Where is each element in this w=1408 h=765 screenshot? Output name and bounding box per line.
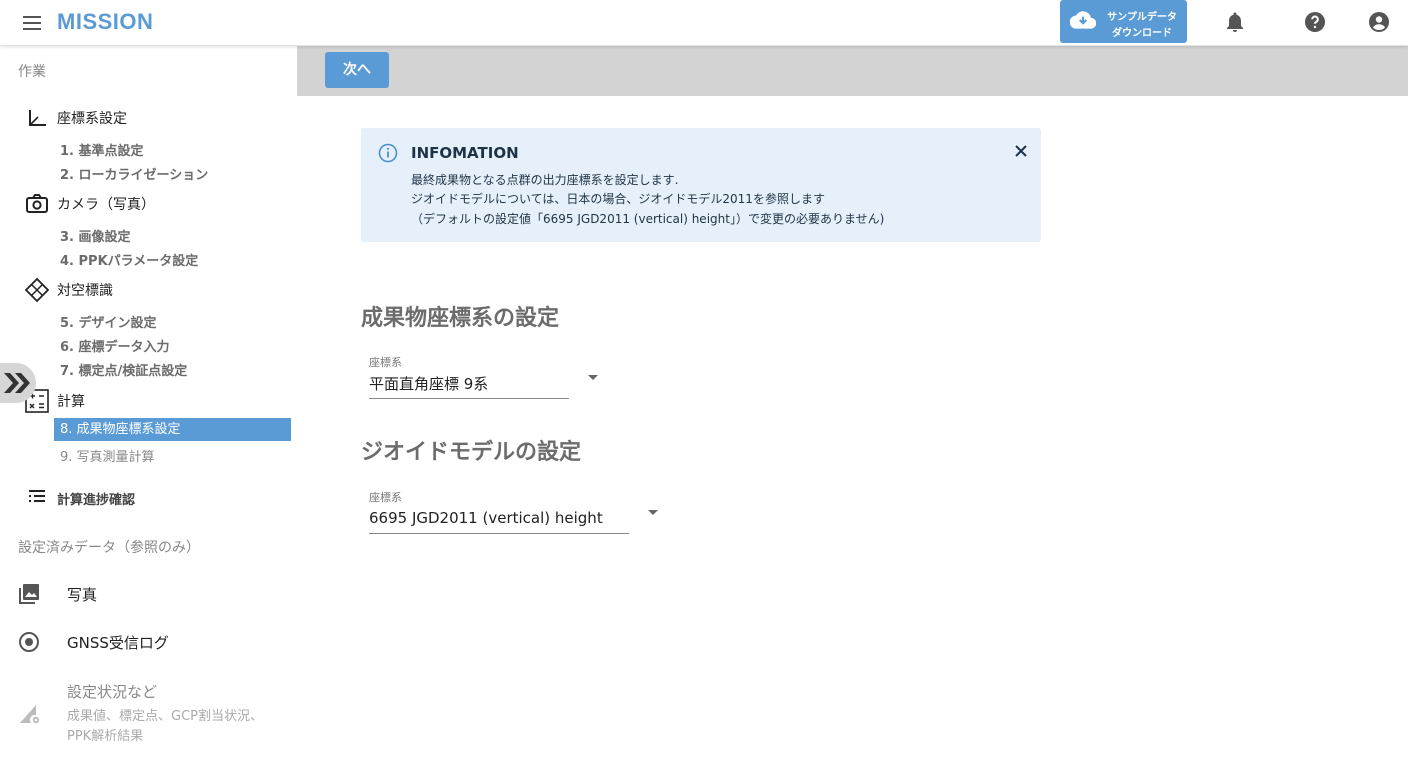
category-coordinate-system: 座標系設定 <box>24 106 127 130</box>
info-icon <box>378 143 398 163</box>
ref-item-label: 写真 <box>67 585 98 604</box>
ref-item-label: GNSS受信ログ <box>67 633 169 652</box>
chevron-down-icon[interactable] <box>588 375 598 380</box>
download-label-line1: サンプルデータ <box>1107 12 1177 23</box>
category-label: 対空標識 <box>57 283 113 299</box>
chevron-down-icon[interactable] <box>648 510 658 515</box>
category-label: カメラ（写真） <box>57 197 155 213</box>
sidebar: 作業 座標系設定 1. 基準点設定 2. ローカライゼーション カメラ（写真） … <box>0 46 297 765</box>
sidebar-step-6[interactable]: 6. 座標データ入力 <box>60 336 170 355</box>
sidebar-step-4[interactable]: 4. PPKパラメータ設定 <box>60 250 198 269</box>
output-crs-select[interactable]: 平面直角座標 9系 <box>369 373 569 399</box>
camera-icon <box>24 192 50 216</box>
radio-button-icon <box>19 632 39 652</box>
step-toolbar: 次へ <box>297 46 1408 96</box>
sidebar-step-3[interactable]: 3. 画像設定 <box>60 226 131 245</box>
next-button[interactable]: 次へ <box>325 52 389 88</box>
info-panel: INFOMATION 最終成果物となる点群の出力座標系を設定します. ジオイドモ… <box>361 128 1041 242</box>
sidebar-step-8-active[interactable]: 8. 成果物座標系設定 <box>54 418 291 441</box>
ref-item-gnss-log[interactable]: GNSS受信ログ <box>18 629 169 655</box>
category-label: 座標系設定 <box>57 111 127 127</box>
ref-item-subtext: 成果値、標定点、GCP割当状況、 <box>67 709 263 724</box>
output-crs-field-label: 座標系 <box>369 356 402 369</box>
category-camera: カメラ（写真） <box>24 192 155 216</box>
download-label-line2: ダウンロード <box>1112 28 1172 39</box>
bell-icon[interactable] <box>1223 10 1247 34</box>
info-line-3: （デフォルトの設定値「6695 JGD2011 (vertical) heigh… <box>411 212 885 226</box>
category-air-target: 対空標識 <box>24 277 113 303</box>
cloud-download-icon <box>1070 11 1096 29</box>
sidebar-step-9[interactable]: 9. 写真測量計算 <box>60 446 155 465</box>
output-crs-value: 平面直角座標 9系 <box>369 375 489 393</box>
sidebar-step-2[interactable]: 2. ローカライゼーション <box>60 164 208 183</box>
axis-icon <box>24 106 50 130</box>
target-diamond-icon <box>24 277 50 303</box>
app-header: MISSION サンプルデータ ダウンロード <box>0 0 1408 46</box>
info-line-1: 最終成果物となる点群の出力座標系を設定します. <box>411 173 679 187</box>
image-icon <box>19 584 39 604</box>
info-title: INFOMATION <box>411 144 519 162</box>
sidebar-step-7[interactable]: 7. 標定点/検証点設定 <box>60 360 187 379</box>
category-label: 計算進捗確認 <box>57 492 136 508</box>
signal-settings-icon <box>20 705 40 724</box>
reference-section-label: 設定済みデータ（参照のみ） <box>18 540 200 556</box>
sample-data-download-button[interactable]: サンプルデータ ダウンロード <box>1060 0 1187 43</box>
app-title: MISSION <box>57 9 154 34</box>
category-progress[interactable]: 計算進捗確認 <box>24 486 135 510</box>
geoid-section-title: ジオイドモデルの設定 <box>361 440 582 465</box>
menu-icon[interactable] <box>20 11 44 35</box>
geoid-field-label: 座標系 <box>369 491 402 504</box>
sidebar-step-1[interactable]: 1. 基準点設定 <box>60 140 144 159</box>
geoid-select[interactable]: 6695 JGD2011 (vertical) height <box>369 508 629 534</box>
list-icon <box>24 486 50 510</box>
account-icon[interactable] <box>1367 10 1391 34</box>
ref-item-subtext: PPK解析結果 <box>67 729 144 744</box>
double-chevron-right-icon <box>4 373 30 393</box>
geoid-value: 6695 JGD2011 (vertical) height <box>369 509 603 527</box>
output-crs-section-title: 成果物座標系の設定 <box>361 306 560 331</box>
work-section-label: 作業 <box>18 64 46 80</box>
ref-item-photo[interactable]: 写真 <box>18 581 97 607</box>
close-icon[interactable] <box>1012 142 1030 160</box>
category-label: 計算 <box>57 394 85 410</box>
sidebar-step-5[interactable]: 5. デザイン設定 <box>60 312 157 331</box>
info-line-2: ジオイドモデルについては、日本の場合、ジオイドモデル2011を参照します <box>411 192 825 206</box>
ref-item-label: 設定状況など <box>67 683 158 701</box>
help-icon[interactable] <box>1303 10 1327 34</box>
